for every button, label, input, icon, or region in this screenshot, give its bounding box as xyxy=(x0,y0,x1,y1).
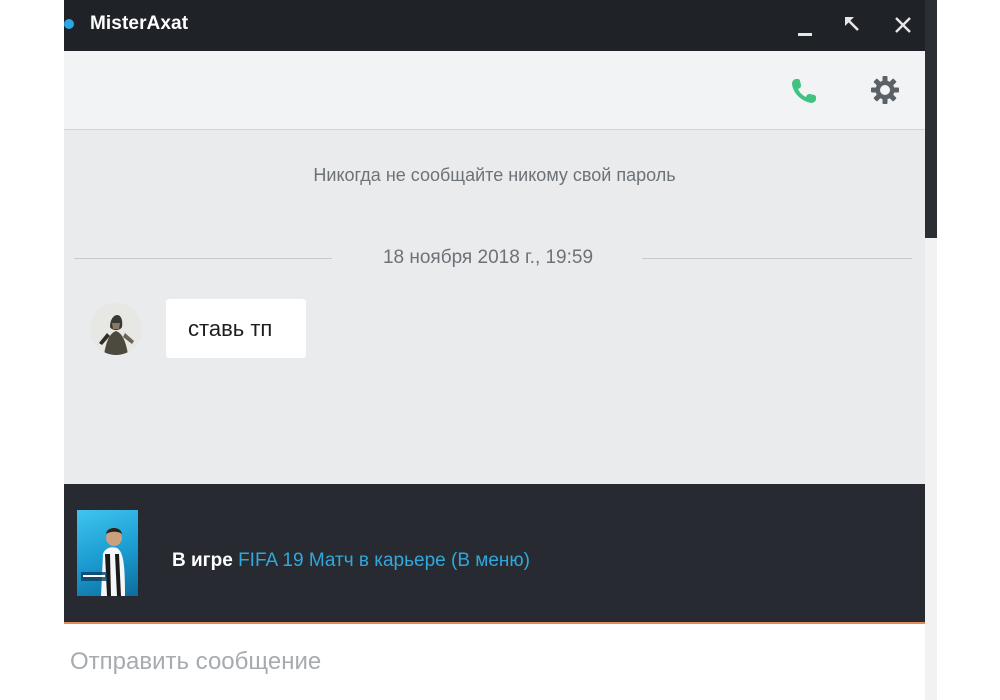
avatar[interactable] xyxy=(90,303,142,355)
window-title: MisterAxat xyxy=(90,13,189,34)
avatar-image xyxy=(90,303,142,355)
game-link[interactable]: FIFA 19 Матч в карьере (В меню) xyxy=(238,550,530,571)
message-bubble[interactable]: ставь тп xyxy=(166,299,306,358)
restore-button[interactable] xyxy=(838,10,868,40)
arrow-up-left-icon xyxy=(845,17,859,31)
message-composer xyxy=(64,622,925,700)
background-window xyxy=(925,0,937,700)
gear-icon[interactable] xyxy=(869,74,901,106)
game-cover-image[interactable] xyxy=(77,510,138,596)
close-button[interactable] xyxy=(888,10,918,40)
message-text: ставь тп xyxy=(188,316,273,341)
online-status-icon xyxy=(64,19,74,29)
game-art xyxy=(81,528,125,596)
divider xyxy=(642,258,912,259)
security-warning: Никогда не сообщайте никому свой пароль xyxy=(313,165,676,185)
title-bar[interactable]: MisterAxat xyxy=(64,0,925,51)
minimize-button[interactable] xyxy=(790,10,820,40)
date-separator: 18 ноября 2018 г., 19:59 xyxy=(74,244,912,272)
background-window-header xyxy=(925,0,937,238)
minimize-icon xyxy=(798,33,812,36)
chat-history[interactable]: Никогда не сообщайте никому свой пароль … xyxy=(64,130,925,484)
phone-icon[interactable] xyxy=(789,76,819,106)
status-prefix: В игре xyxy=(172,550,233,571)
chat-toolbar xyxy=(64,51,925,130)
message-input[interactable] xyxy=(64,624,925,700)
close-icon xyxy=(895,17,911,33)
chat-window: MisterAxat Никогда не сообщайте никому с… xyxy=(64,0,925,700)
game-status-bar: В игре FIFA 19 Матч в карьере (В меню) xyxy=(64,484,925,622)
game-status-text: В игре FIFA 19 Матч в карьере (В меню) xyxy=(172,550,530,572)
